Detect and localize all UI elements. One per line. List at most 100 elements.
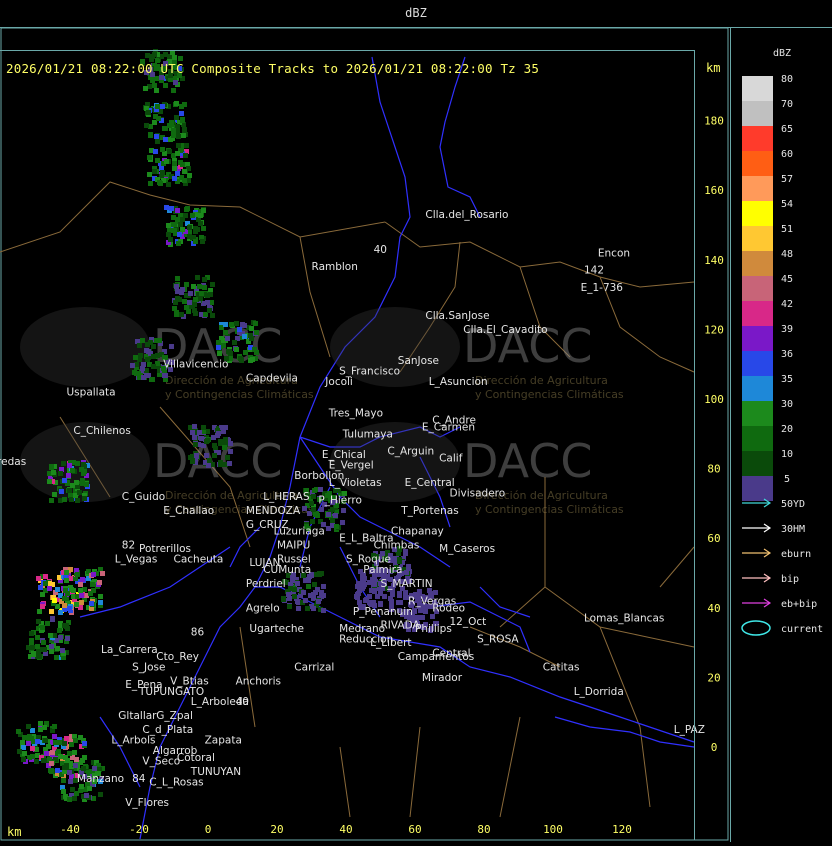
echo-cell [194, 453, 199, 458]
echo-cell [193, 311, 198, 316]
province-border-line [299, 236, 331, 358]
echo-cell [65, 591, 70, 596]
location-label: E_Central [405, 477, 455, 489]
echo-cell [38, 585, 43, 590]
echo-cell [68, 779, 73, 784]
echo-cell [420, 615, 425, 620]
echo-cell [87, 786, 92, 791]
y-tick-label: 0 [711, 741, 718, 754]
echo-cell [162, 373, 167, 378]
echo-cell [172, 228, 177, 233]
location-label: Manzano [77, 773, 124, 785]
echo-cell [237, 327, 242, 332]
colorbar-level-label: 54 [781, 199, 793, 210]
watermark-logo [20, 307, 150, 387]
echo-cell [49, 609, 54, 614]
echo-cell [227, 461, 232, 466]
echo-cell [175, 217, 180, 222]
echo-cell [57, 628, 62, 633]
echo-cell [179, 104, 184, 109]
location-label: Catitas [543, 661, 580, 673]
location-label: V_Seco [142, 755, 180, 767]
echo-cell [292, 594, 297, 599]
echo-cell [242, 334, 247, 339]
echo-cell [72, 796, 77, 801]
echo-cell [52, 724, 57, 729]
location-label: L_Violetas [329, 477, 382, 489]
echo-cell [182, 299, 187, 304]
echo-cell [306, 584, 311, 589]
echo-cell [61, 778, 66, 783]
echo-cell [311, 507, 316, 512]
echo-cell [60, 648, 65, 653]
echo-cell [58, 471, 63, 476]
colorbar-level-label: 36 [781, 349, 793, 360]
echo-cell [90, 582, 95, 587]
echo-cell [181, 133, 186, 138]
echo-cell [234, 347, 239, 352]
echo-cell [151, 364, 156, 369]
echo-cell [130, 363, 135, 368]
x-tick-label: 20 [270, 823, 283, 836]
watermark-layer: DACCDirección de Agriculturay Contingenc… [20, 307, 624, 516]
echo-cell [164, 205, 169, 210]
echo-cell [182, 127, 187, 132]
echo-cell [137, 343, 142, 348]
location-label: 82 [122, 540, 135, 552]
echo-cell [65, 636, 70, 641]
echo-cell [175, 208, 180, 213]
echo-cell [42, 725, 47, 730]
echo-cell [174, 115, 179, 120]
echo-cell [74, 480, 79, 485]
location-label: Tres_Mayo [328, 407, 383, 419]
echo-cell [305, 606, 310, 611]
colorbar-level-label: 65 [781, 124, 793, 135]
location-label: Rodeo [432, 602, 465, 614]
echo-cell [36, 576, 41, 581]
echo-cell [148, 340, 153, 345]
echo-cell [48, 633, 53, 638]
location-label: Luzuriaga [274, 526, 325, 538]
location-label: L_Vegas [115, 554, 158, 566]
colorbar-swatch [742, 476, 773, 501]
echo-cell [64, 623, 69, 628]
echo-cell [49, 769, 54, 774]
echo-cell [295, 581, 300, 586]
province-border-line [659, 546, 695, 588]
location-label: V_Flores [125, 797, 169, 809]
echo-cell [171, 133, 176, 138]
location-label: C_L_Rosas [149, 776, 203, 788]
echo-cell [192, 424, 197, 429]
location-label: Clla.El_Cavadito [463, 324, 547, 336]
colorbar-swatch [742, 76, 773, 101]
echo-cell [140, 366, 145, 371]
legend-label: eb+bip [781, 599, 817, 610]
echo-cell [22, 751, 27, 756]
echo-cell [216, 345, 221, 350]
echo-cell [62, 603, 67, 608]
y-tick-label: 180 [704, 115, 724, 128]
echo-cell [22, 735, 27, 740]
province-border-line [599, 626, 651, 808]
echo-cell [51, 470, 56, 475]
location-label: 84 [132, 773, 146, 785]
echo-cell [433, 590, 438, 595]
location-label: Gltallar [118, 710, 157, 722]
echo-cell [168, 237, 173, 242]
legend-label: 30HM [781, 524, 805, 535]
location-label: SanJose [398, 355, 439, 367]
location-label: Chapanay [391, 526, 444, 538]
radar-plot: DACCDirección de Agriculturay Contingenc… [0, 27, 730, 842]
echo-cell [158, 181, 163, 186]
echo-cell [35, 635, 40, 640]
echo-cell [74, 757, 79, 762]
echo-cell [180, 162, 185, 167]
echo-cell [201, 425, 206, 430]
echo-cell [184, 143, 189, 148]
echo-cell [333, 513, 338, 518]
echo-cell [164, 159, 169, 164]
echo-cell [78, 735, 83, 740]
echo-cell [148, 132, 153, 137]
location-label: L_PAZ [674, 724, 705, 736]
echo-cell [67, 770, 72, 775]
